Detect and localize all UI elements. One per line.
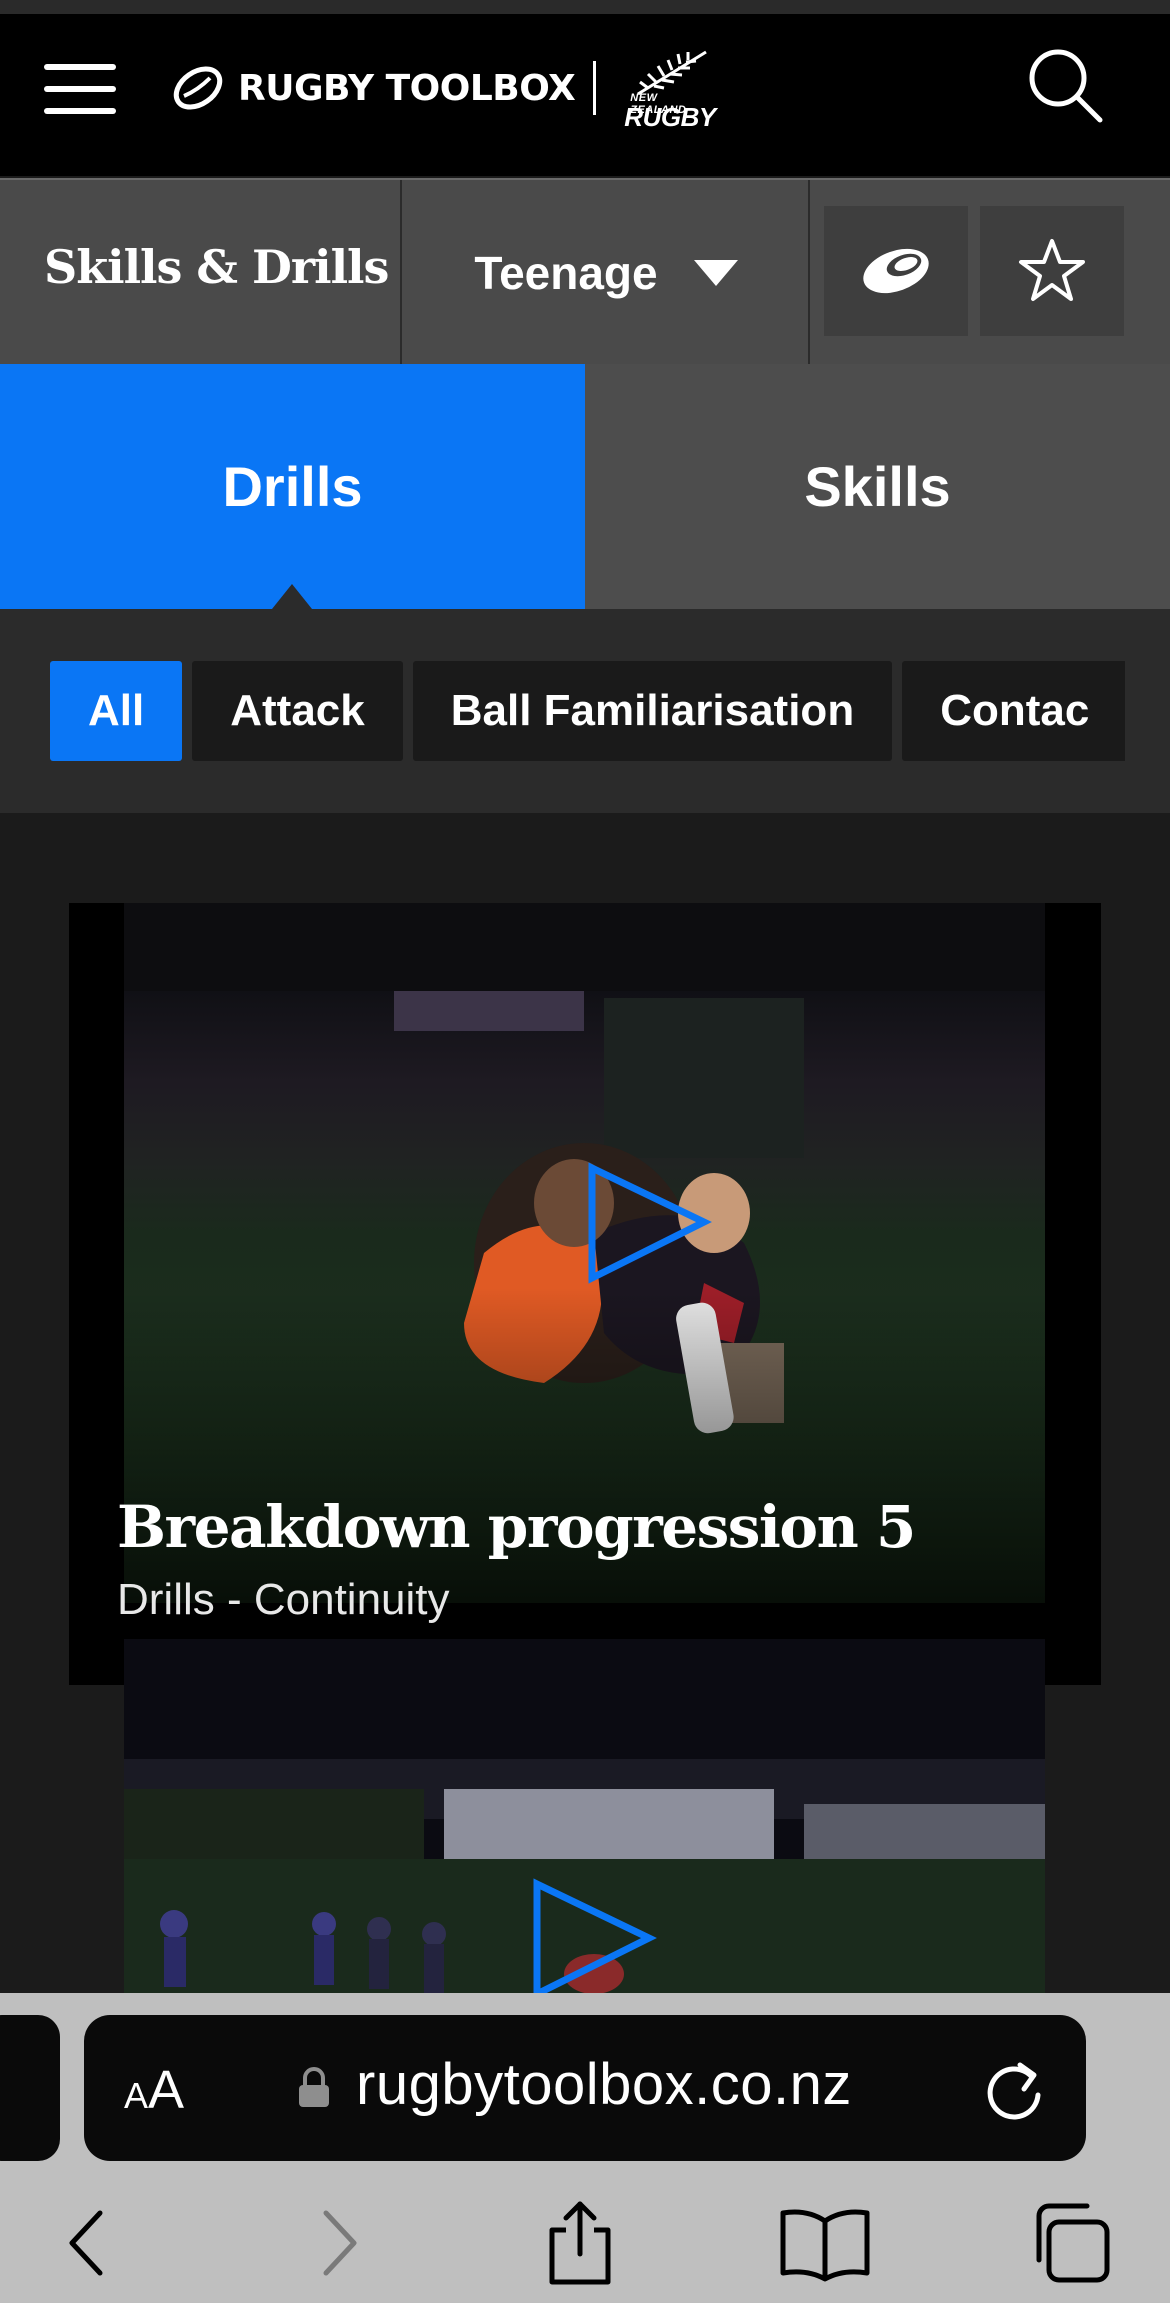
rugby-ball-icon	[173, 66, 223, 110]
bookmarks-icon	[780, 2209, 870, 2282]
caret-down-icon	[693, 260, 738, 286]
address-bar[interactable]: AA rugbytoolbox.co.nz	[84, 2015, 1086, 2161]
drill-card[interactable]	[124, 1639, 1045, 1993]
site-logo[interactable]: RUGBY TOOLBOX NEW ZEALAND RUGBY	[170, 48, 716, 132]
site-header: RUGBY TOOLBOX NEW ZEALAND RUGBY	[0, 14, 1170, 176]
filter-chip-contact[interactable]: Contac	[902, 661, 1125, 761]
rugby-ball-icon	[863, 248, 929, 294]
drill-list: Breakdown progression 5 Drills - Continu…	[0, 813, 1170, 1993]
tabs-button[interactable]	[1020, 2193, 1120, 2293]
partner-name: RUGBY	[624, 102, 716, 132]
text-size-label: A	[148, 2060, 185, 2120]
tab-drills[interactable]: Drills	[0, 364, 585, 609]
previous-tab-preview[interactable]	[0, 2015, 60, 2161]
divider	[808, 180, 810, 366]
drill-category: Drills - Continuity	[117, 1575, 450, 1624]
share-icon	[549, 2201, 611, 2285]
filter-chip-all[interactable]: All	[50, 661, 183, 761]
text-size-button[interactable]: AA	[124, 2059, 184, 2121]
age-group-dropdown[interactable]: Teenage	[404, 180, 808, 366]
drill-title: Breakdown progression 5	[117, 1493, 916, 1561]
search-button[interactable]	[1020, 34, 1110, 134]
forward-icon	[323, 2210, 357, 2276]
age-group-label: Teenage	[474, 247, 658, 299]
browser-bar: AA rugbytoolbox.co.nz	[0, 1993, 1170, 2303]
tabs-icon	[1036, 2203, 1110, 2283]
star-icon	[1019, 239, 1085, 301]
favourite-button[interactable]	[980, 206, 1124, 336]
url-text: rugbytoolbox.co.nz	[356, 2052, 852, 2117]
drill-card[interactable]: Breakdown progression 5 Drills - Continu…	[69, 903, 1101, 1685]
browser-toolbar	[0, 2183, 1170, 2303]
play-icon[interactable]	[519, 1874, 669, 1993]
silver-fern-icon	[637, 50, 708, 96]
forward-button[interactable]	[290, 2193, 390, 2293]
section-bar: Skills & Drills Teenage	[0, 178, 1170, 366]
tab-skills[interactable]: Skills	[585, 364, 1170, 609]
back-button[interactable]	[36, 2193, 136, 2293]
logo-divider	[593, 61, 597, 115]
back-icon	[69, 2210, 103, 2276]
text-size-label-small: A	[124, 2075, 149, 2116]
search-icon	[1029, 49, 1103, 123]
share-button[interactable]	[530, 2193, 630, 2293]
filter-chip-attack[interactable]: Attack	[192, 661, 403, 761]
divider	[400, 180, 402, 366]
reload-icon[interactable]	[980, 2055, 1050, 2125]
play-icon[interactable]	[574, 1158, 724, 1298]
filter-chip-list[interactable]: All Attack Ball Familiarisation Contac	[50, 661, 1125, 761]
section-title: Skills & Drills	[44, 240, 389, 294]
lock-icon	[299, 2067, 329, 2107]
partner-logo: NEW ZEALAND RUGBY	[624, 48, 716, 132]
brand-name: RUGBY TOOLBOX	[238, 67, 576, 109]
active-tab-pointer	[272, 584, 312, 609]
rugby-ball-button[interactable]	[824, 206, 968, 336]
filter-chip-ball-familiarisation[interactable]: Ball Familiarisation	[412, 661, 893, 761]
filter-bar: All Attack Ball Familiarisation Contac	[0, 609, 1170, 813]
status-strip	[0, 0, 1170, 14]
bookmarks-button[interactable]	[775, 2193, 875, 2293]
menu-icon[interactable]	[44, 52, 116, 114]
content-tabs: Drills Skills	[0, 364, 1170, 609]
